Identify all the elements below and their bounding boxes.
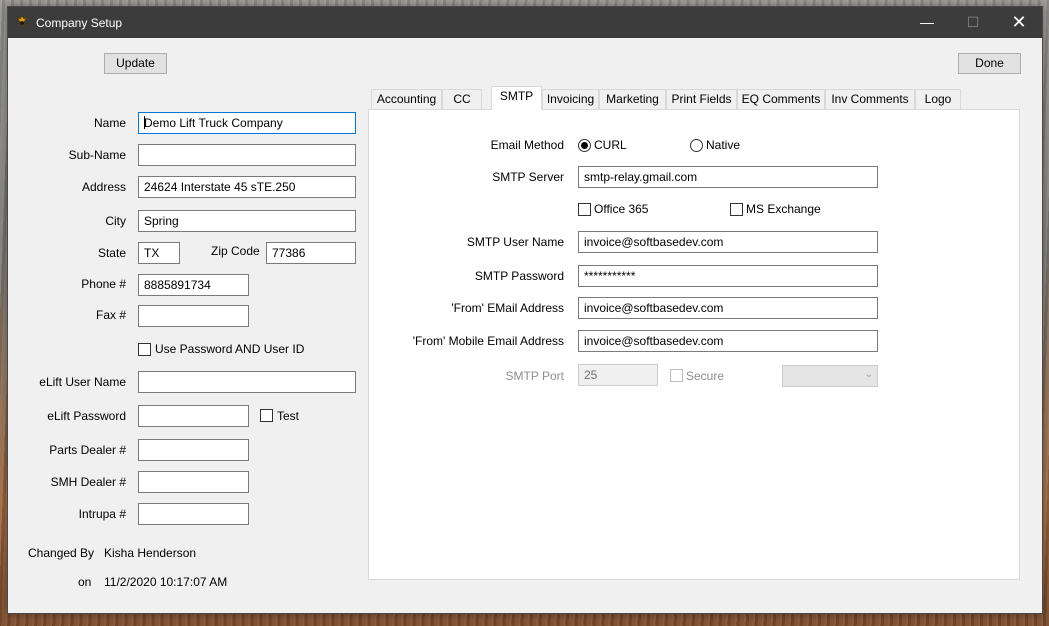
office365-label: Office 365: [594, 202, 649, 216]
tab-eq-comments[interactable]: EQ Comments: [737, 89, 825, 110]
close-button[interactable]: ✕: [996, 7, 1042, 38]
ms-exchange-label: MS Exchange: [746, 202, 821, 216]
elift-user-field[interactable]: [138, 371, 356, 393]
security-dropdown[interactable]: ⌄: [782, 365, 878, 387]
changed-by-label: Changed By: [28, 546, 95, 560]
curl-radio[interactable]: [578, 139, 591, 152]
zip-label: Zip Code: [211, 244, 260, 258]
intrupa-label: Intrupa #: [78, 507, 126, 521]
state-label: State: [97, 246, 126, 260]
test-label: Test: [277, 409, 300, 423]
city-label: City: [105, 214, 126, 228]
elift-user-label: eLift User Name: [39, 375, 126, 389]
from-email-field[interactable]: invoice@softbasedev.com: [578, 297, 878, 319]
tab-logo[interactable]: Logo: [915, 89, 961, 110]
from-mobile-email-field[interactable]: invoice@softbasedev.com: [578, 330, 878, 352]
fax-field[interactable]: [138, 305, 249, 327]
state-field[interactable]: TX: [138, 242, 180, 264]
tab-inv-comments[interactable]: Inv Comments: [825, 89, 915, 110]
minimize-button[interactable]: —: [904, 7, 950, 38]
maximize-button[interactable]: ☐: [950, 7, 996, 38]
address-label: Address: [81, 180, 126, 194]
elift-password-label: eLift Password: [47, 409, 126, 423]
smtp-port-label: SMTP Port: [505, 369, 564, 383]
elift-password-field[interactable]: [138, 405, 249, 427]
smh-dealer-field[interactable]: [138, 471, 249, 493]
smtp-password-field[interactable]: ***********: [578, 265, 878, 287]
tab-print-fields[interactable]: Print Fields: [666, 89, 737, 110]
tab-smtp[interactable]: SMTP: [491, 86, 542, 110]
from-mobile-email-label: 'From' Mobile Email Address: [412, 334, 564, 348]
update-button[interactable]: Update: [104, 53, 167, 74]
window-title: Company Setup: [36, 16, 123, 30]
changed-by-value: Kisha Henderson: [104, 546, 197, 560]
smtp-server-label: SMTP Server: [492, 170, 564, 184]
title-bar: Company Setup — ☐ ✕: [8, 7, 1042, 38]
smtp-password-label: SMTP Password: [474, 269, 564, 283]
tab-accounting[interactable]: Accounting: [371, 89, 442, 110]
changed-on-value: 11/2/2020 10:17:07 AM: [104, 575, 228, 589]
smtp-user-label: SMTP User Name: [466, 235, 564, 249]
fax-label: Fax #: [95, 308, 126, 322]
smtp-port-field[interactable]: 25: [578, 364, 658, 386]
secure-label: Secure: [686, 369, 725, 383]
office365-checkbox[interactable]: [578, 203, 591, 216]
tab-marketing[interactable]: Marketing: [599, 89, 666, 110]
smtp-user-field[interactable]: invoice@softbasedev.com: [578, 231, 878, 253]
zip-field[interactable]: 77386: [266, 242, 356, 264]
tab-cc[interactable]: CC: [442, 89, 482, 110]
company-setup-window: Company Setup — ☐ ✕ Update Done Name Dem…: [7, 6, 1043, 614]
parts-dealer-label: Parts Dealer #: [49, 443, 126, 457]
phone-label: Phone #: [81, 277, 126, 291]
from-email-label: 'From' EMail Address: [451, 301, 564, 315]
native-radio[interactable]: [690, 139, 703, 152]
tab-invoicing[interactable]: Invoicing: [542, 89, 599, 110]
name-field[interactable]: Demo Lift Truck Company: [138, 112, 356, 134]
city-field[interactable]: Spring: [138, 210, 356, 232]
smh-dealer-label: SMH Dealer #: [50, 475, 126, 489]
app-logo-icon: [16, 15, 28, 27]
chevron-down-icon: ⌄: [864, 369, 873, 380]
address-field[interactable]: 24624 Interstate 45 sTE.250: [138, 176, 356, 198]
test-checkbox[interactable]: [260, 409, 273, 422]
name-label: Name: [93, 116, 126, 130]
done-button[interactable]: Done: [958, 53, 1021, 74]
smtp-server-field[interactable]: smtp-relay.gmail.com: [578, 166, 878, 188]
curl-label: CURL: [594, 138, 627, 152]
changed-on-label: on: [78, 575, 92, 589]
intrupa-field[interactable]: [138, 503, 249, 525]
phone-field[interactable]: 8885891734: [138, 274, 249, 296]
parts-dealer-field[interactable]: [138, 439, 249, 461]
use-password-label: Use Password AND User ID: [155, 342, 305, 356]
use-password-checkbox[interactable]: [138, 343, 151, 356]
secure-checkbox[interactable]: [670, 369, 683, 382]
name-value: Demo Lift Truck Company: [144, 116, 283, 130]
native-label: Native: [706, 138, 741, 152]
email-method-label: Email Method: [490, 138, 564, 152]
ms-exchange-checkbox[interactable]: [730, 203, 743, 216]
subname-field[interactable]: [138, 144, 356, 166]
subname-label: Sub-Name: [68, 148, 126, 162]
